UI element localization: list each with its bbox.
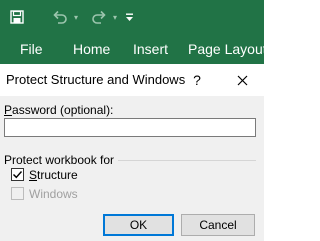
redo-icon[interactable] <box>87 6 111 28</box>
undo-dropdown-chevron-icon[interactable]: ▾ <box>72 6 80 28</box>
customize-icon[interactable] <box>122 6 136 28</box>
structure-label[interactable]: Structure <box>29 168 78 182</box>
excel-ribbon: ▾ ▾ File Home Insert Page Layout <box>0 0 267 64</box>
protect-structure-dialog: Protect Structure and Windows ? Password… <box>0 64 264 241</box>
undo-icon[interactable] <box>48 6 72 28</box>
windows-label: Windows <box>29 187 78 201</box>
ok-button[interactable]: OK <box>103 214 174 236</box>
dialog-title-bar: Protect Structure and Windows ? <box>0 64 264 96</box>
protect-workbook-group-label: Protect workbook for <box>4 153 115 167</box>
structure-checkbox[interactable] <box>11 168 24 181</box>
save-icon[interactable] <box>6 6 28 28</box>
tab-home[interactable]: Home <box>73 41 110 57</box>
redo-dropdown-chevron-icon[interactable]: ▾ <box>111 6 119 28</box>
windows-checkbox <box>11 187 24 200</box>
dialog-title: Protect Structure and Windows <box>6 72 186 87</box>
checkmark-icon <box>13 171 23 179</box>
close-icon[interactable] <box>232 70 252 90</box>
tab-file[interactable]: File <box>20 41 43 57</box>
password-input[interactable] <box>4 118 256 137</box>
help-button[interactable]: ? <box>187 70 207 90</box>
cancel-button[interactable]: Cancel <box>181 214 255 236</box>
tab-page-layout[interactable]: Page Layout <box>188 41 267 57</box>
password-label: Password (optional): <box>4 103 114 117</box>
tab-insert[interactable]: Insert <box>133 41 168 57</box>
group-divider <box>118 160 256 161</box>
